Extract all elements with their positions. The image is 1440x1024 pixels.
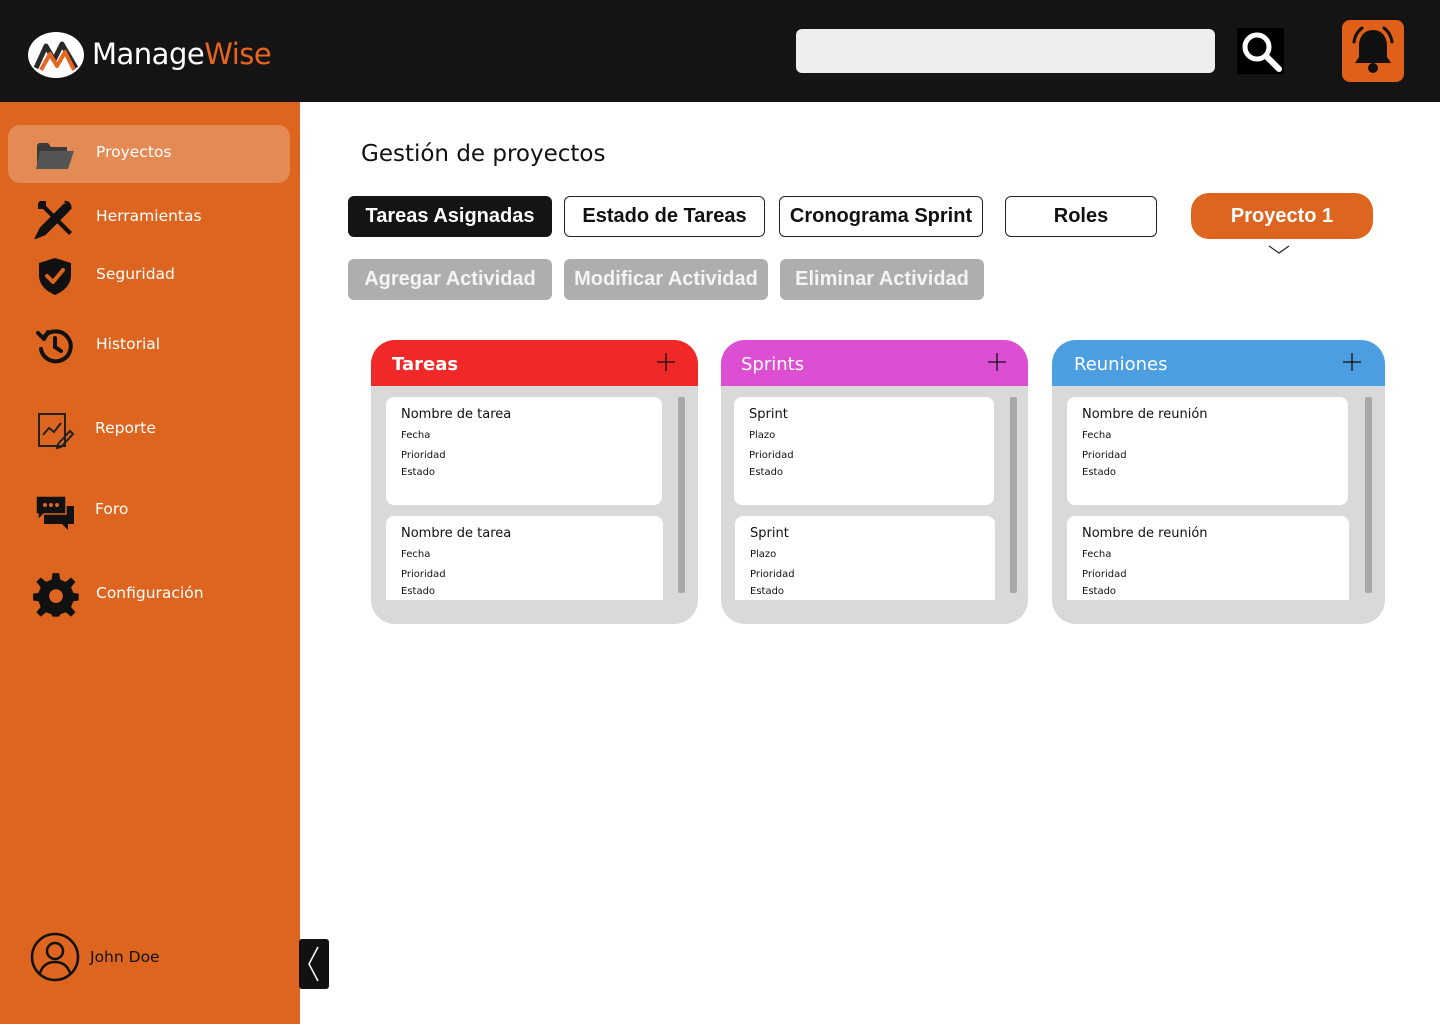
plus-icon[interactable] xyxy=(655,351,677,373)
tab-estado-de-tareas[interactable]: Estado de Tareas xyxy=(564,196,765,237)
managewise-logo-icon[interactable] xyxy=(28,32,84,78)
chat-icon xyxy=(35,495,74,530)
user-avatar-icon xyxy=(30,932,80,982)
sidebar-item-label: Proyectos xyxy=(96,143,172,161)
meeting-card[interactable]: Nombre de reunión Fecha Prioridad Estado xyxy=(1067,516,1349,600)
card-field: Prioridad xyxy=(750,569,795,580)
card-field: Fecha xyxy=(401,430,431,441)
scrollbar[interactable] xyxy=(1010,397,1017,593)
tools-icon xyxy=(34,200,72,239)
sidebar-item-label: Historial xyxy=(96,335,161,353)
sidebar-collapse-button[interactable] xyxy=(299,939,329,989)
card-field: Fecha xyxy=(1082,430,1112,441)
history-icon xyxy=(36,329,73,364)
search-icon xyxy=(1242,32,1282,72)
sidebar-item-label: Herramientas xyxy=(96,207,202,225)
card-field: Estado xyxy=(401,467,436,478)
chevron-left-icon xyxy=(308,946,319,982)
cards-list: Sprint Plazo Prioridad Estado Sprint Pla… xyxy=(721,386,1028,600)
sprint-card[interactable]: Sprint Plazo Prioridad Estado xyxy=(735,516,995,600)
board-tareas: Tareas Nombre de tarea Fecha Prioridad E… xyxy=(371,340,698,624)
sidebar-item-foro[interactable]: Foro xyxy=(8,482,290,540)
modify-activity-button[interactable]: Modificar Actividad xyxy=(564,259,768,300)
sidebar-item-herramientas[interactable]: Herramientas xyxy=(8,189,290,247)
sidebar-item-historial[interactable]: Historial xyxy=(8,317,290,375)
cards-list: Nombre de reunión Fecha Prioridad Estado… xyxy=(1052,386,1385,600)
add-activity-button[interactable]: Agregar Actividad xyxy=(348,259,552,300)
brand-name: ManageWise xyxy=(92,36,272,72)
card-field: Estado xyxy=(1082,586,1117,597)
plus-icon[interactable] xyxy=(1341,351,1363,373)
board-header: Reuniones xyxy=(1052,340,1385,386)
card-title: Nombre de reunión xyxy=(1082,526,1208,541)
card-field: Prioridad xyxy=(401,450,446,461)
meeting-card[interactable]: Nombre de reunión Fecha Prioridad Estado xyxy=(1067,397,1348,505)
card-title: Nombre de tarea xyxy=(401,526,512,541)
gear-icon xyxy=(33,573,79,617)
user-name: John Doe xyxy=(90,948,160,966)
search-input[interactable] xyxy=(796,29,1215,73)
project-selector[interactable]: Proyecto 1 xyxy=(1191,193,1373,239)
bell-icon xyxy=(1352,26,1394,73)
sidebar-item-label: Foro xyxy=(95,500,129,518)
card-title: Sprint xyxy=(750,526,789,541)
card-field: Fecha xyxy=(401,549,431,560)
card-field: Estado xyxy=(401,586,436,597)
card-field: Prioridad xyxy=(401,569,446,580)
board-title: Reuniones xyxy=(1074,354,1168,375)
sidebar-item-label: Reporte xyxy=(95,419,156,437)
board-title: Sprints xyxy=(741,354,805,375)
top-bar: ManageWise xyxy=(0,0,1440,102)
task-card[interactable]: Nombre de tarea Fecha Prioridad Estado xyxy=(386,397,662,505)
card-field: Fecha xyxy=(1082,549,1112,560)
sidebar-item-proyectos[interactable]: Proyectos xyxy=(8,125,290,183)
scrollbar[interactable] xyxy=(678,397,685,593)
card-field: Plazo xyxy=(750,549,777,560)
card-field: Prioridad xyxy=(749,450,794,461)
sidebar-item-seguridad[interactable]: Seguridad xyxy=(8,247,290,305)
card-field: Estado xyxy=(749,467,784,478)
board-header: Sprints xyxy=(721,340,1028,386)
brand-primary: Manage xyxy=(92,37,205,71)
folder-icon xyxy=(36,143,74,169)
plus-icon[interactable] xyxy=(986,351,1008,373)
page-title: Gestión de proyectos xyxy=(361,141,606,167)
card-field: Plazo xyxy=(749,430,776,441)
sidebar-item-configuracion[interactable]: Configuración xyxy=(8,566,290,624)
board-reuniones: Reuniones Nombre de reunión Fecha Priori… xyxy=(1052,340,1385,624)
card-field: Prioridad xyxy=(1082,450,1127,461)
sidebar: Proyectos Herramientas Seguridad Histori… xyxy=(0,102,300,1024)
notifications-button[interactable] xyxy=(1342,20,1404,82)
brand-accent: Wise xyxy=(204,37,272,71)
scrollbar[interactable] xyxy=(1365,397,1372,593)
search-button[interactable] xyxy=(1237,28,1284,74)
board-sprints: Sprints Sprint Plazo Prioridad Estado Sp… xyxy=(721,340,1028,624)
card-title: Nombre de tarea xyxy=(401,407,512,422)
card-field: Estado xyxy=(750,586,785,597)
delete-activity-button[interactable]: Eliminar Actividad xyxy=(780,259,984,300)
sidebar-item-label: Seguridad xyxy=(96,265,175,283)
tab-cronograma-sprint[interactable]: Cronograma Sprint xyxy=(779,196,983,237)
board-title: Tareas xyxy=(392,354,459,375)
report-icon xyxy=(38,413,75,450)
board-header: Tareas xyxy=(371,340,698,386)
shield-icon xyxy=(39,258,71,295)
tab-roles[interactable]: Roles xyxy=(1005,196,1157,237)
chevron-down-icon[interactable] xyxy=(1267,243,1291,257)
task-card[interactable]: Nombre de tarea Fecha Prioridad Estado xyxy=(386,516,663,600)
user-profile[interactable]: John Doe xyxy=(30,932,270,986)
card-title: Sprint xyxy=(749,407,788,422)
tab-tareas-asignadas[interactable]: Tareas Asignadas xyxy=(348,196,552,237)
card-title: Nombre de reunión xyxy=(1082,407,1208,422)
card-field: Prioridad xyxy=(1082,569,1127,580)
sidebar-item-label: Configuración xyxy=(96,584,204,602)
card-field: Estado xyxy=(1082,467,1117,478)
sidebar-item-reporte[interactable]: Reporte xyxy=(8,401,290,459)
sprint-card[interactable]: Sprint Plazo Prioridad Estado xyxy=(734,397,994,505)
cards-list: Nombre de tarea Fecha Prioridad Estado N… xyxy=(371,386,698,600)
